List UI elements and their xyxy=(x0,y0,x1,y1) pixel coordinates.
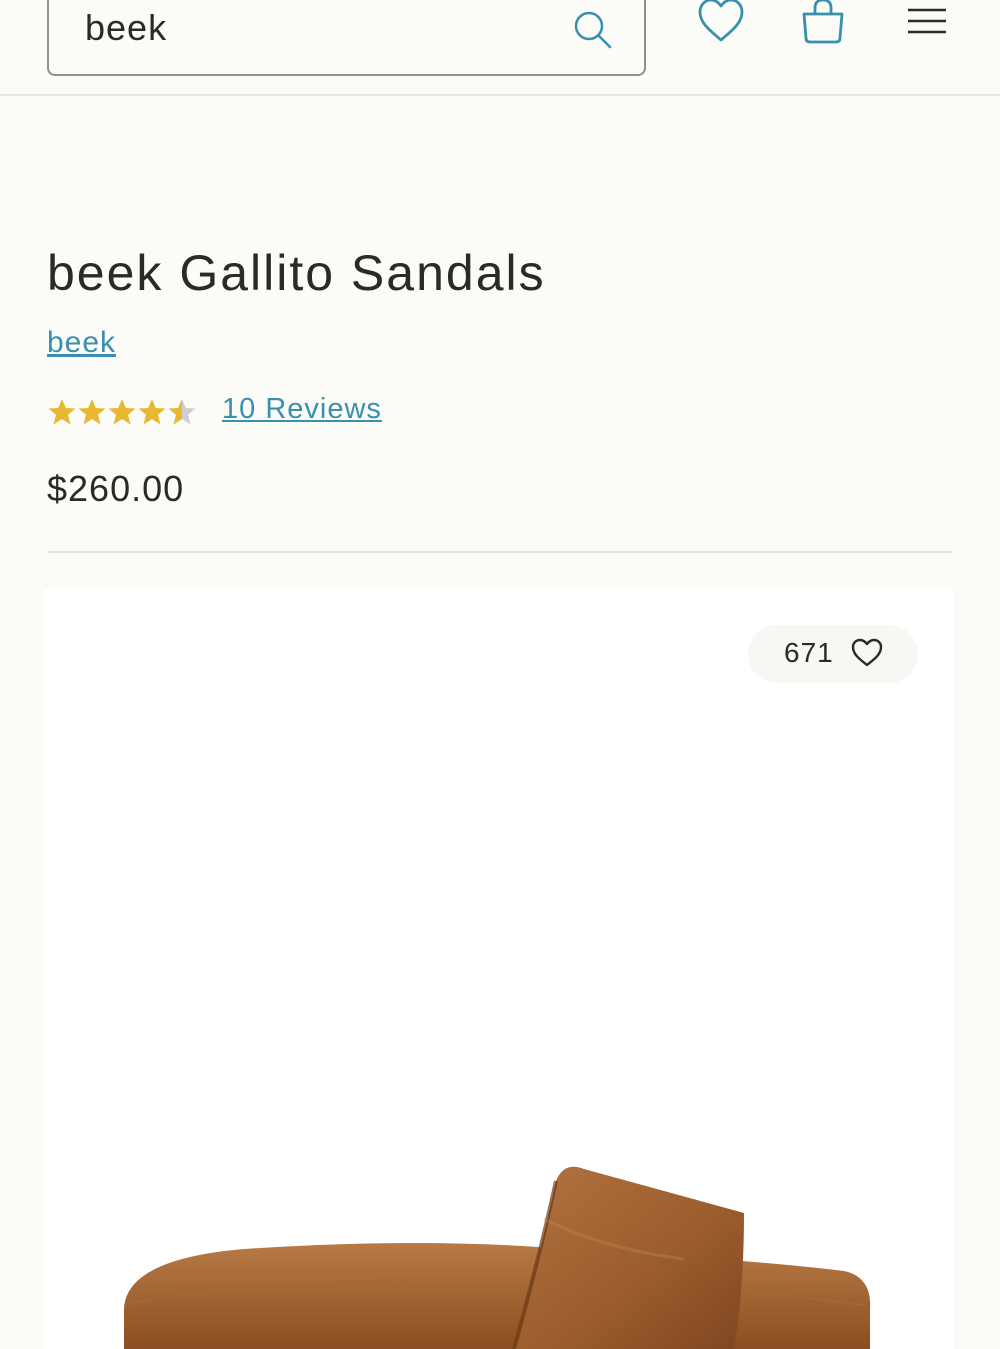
brand-link[interactable]: beek xyxy=(47,326,116,360)
reviews-link[interactable]: 10 Reviews xyxy=(222,393,382,426)
star-icon xyxy=(79,399,106,425)
divider xyxy=(47,551,953,553)
site-header xyxy=(0,0,1000,96)
heart-icon[interactable] xyxy=(694,0,748,48)
hamburger-menu-icon[interactable] xyxy=(900,0,954,50)
star-icon xyxy=(139,399,166,425)
search-box xyxy=(47,0,646,76)
product-price: $260.00 xyxy=(47,468,185,509)
heart-icon xyxy=(851,638,883,667)
product-title: beek Gallito Sandals xyxy=(47,245,546,301)
search-input[interactable] xyxy=(85,4,545,52)
half-star-icon xyxy=(169,399,196,425)
search-icon[interactable] xyxy=(569,6,617,54)
star-icon xyxy=(109,399,136,425)
product-image[interactable]: 671 xyxy=(44,589,953,1349)
shopping-bag-icon[interactable] xyxy=(796,0,850,48)
star-rating[interactable] xyxy=(47,394,207,430)
favorite-button[interactable]: 671 xyxy=(748,625,918,683)
star-icon xyxy=(49,399,76,425)
favorites-count: 671 xyxy=(784,637,834,668)
sandal-illustration xyxy=(123,1166,871,1349)
